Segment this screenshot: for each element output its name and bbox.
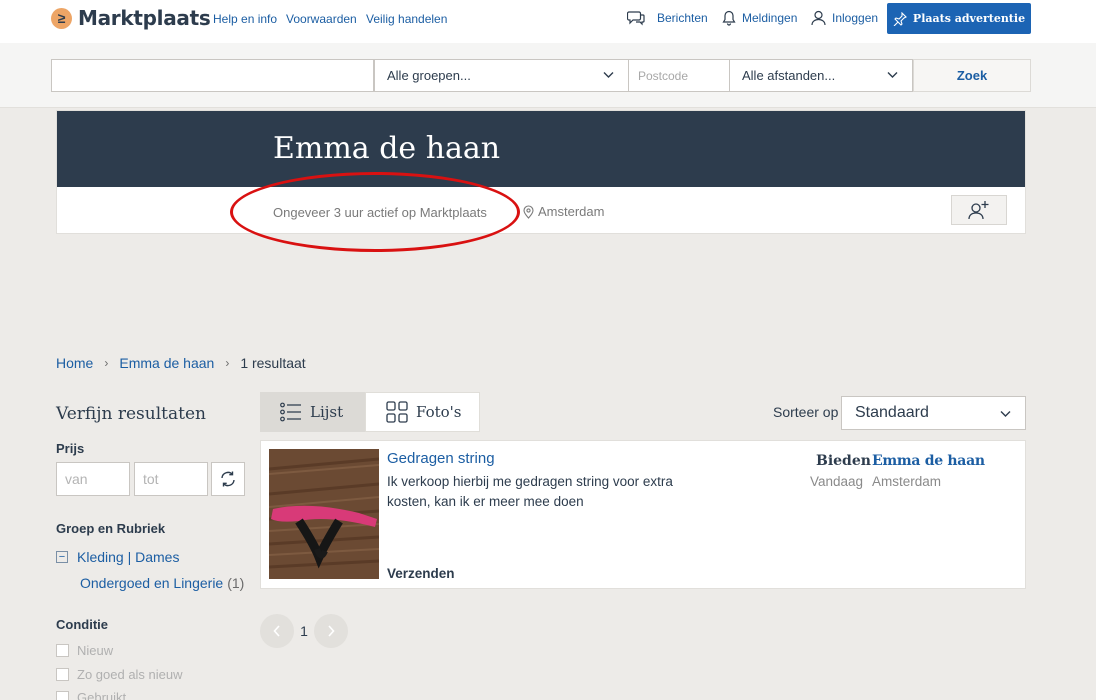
login-nav[interactable]: Inloggen (811, 10, 878, 26)
bell-icon (722, 10, 736, 26)
profile-name: Emma de haan (273, 131, 501, 166)
grid-icon (386, 401, 408, 423)
next-page-button[interactable] (314, 614, 348, 648)
subcategory-item[interactable]: Ondergoed en Lingerie (1) (80, 575, 244, 591)
pagination: 1 (260, 614, 348, 648)
filter-sidebar: Verfijn resultaten Prijs van tot Groep e… (56, 404, 246, 700)
condition-like-new-label: Zo goed als nieuw (77, 667, 183, 682)
seller-profile: Emma de haan Ongeveer 3 uur actief op Ma… (56, 110, 1026, 234)
listing-price: Bieden (816, 453, 871, 469)
chat-icon (627, 11, 645, 26)
location-icon (523, 204, 534, 219)
list-icon (280, 402, 301, 422)
logo[interactable]: ≥ Marktplaats (51, 6, 211, 30)
safe-trading-link[interactable]: Veilig handelen (366, 12, 447, 26)
tab-photos[interactable]: Foto's (365, 392, 480, 432)
collapse-icon[interactable]: − (56, 551, 68, 563)
view-tabs: Lijst Foto's (260, 392, 480, 432)
filters-title: Verfijn resultaten (56, 404, 206, 424)
breadcrumb-seller[interactable]: Emma de haan (119, 355, 214, 371)
checkbox[interactable] (56, 691, 69, 700)
sort-label: Sorteer op (773, 404, 839, 420)
sort-select-value: Standaard (855, 404, 929, 421)
chevron-right-icon: › (104, 356, 109, 370)
logo-icon: ≥ (51, 7, 72, 29)
prev-page-button[interactable] (260, 614, 294, 648)
checkbox[interactable] (56, 644, 69, 657)
chevron-down-icon (1000, 411, 1011, 417)
login-label: Inloggen (832, 11, 879, 25)
chevron-left-icon (273, 625, 280, 637)
distance-select[interactable]: Alle afstanden... (729, 59, 913, 92)
condition-like-new[interactable]: Zo goed als nieuw (56, 667, 183, 682)
listing-shipping: Verzenden (387, 566, 455, 581)
listing-seller[interactable]: Emma de haan (872, 453, 985, 469)
listing-title[interactable]: Gedragen string (387, 450, 495, 467)
profile-location-label: Amsterdam (538, 204, 605, 219)
checkbox[interactable] (56, 668, 69, 681)
terms-link[interactable]: Voorwaarden (286, 12, 357, 26)
price-to-input[interactable]: tot (134, 462, 208, 496)
place-ad-button[interactable]: Plaats advertentie (887, 3, 1031, 34)
breadcrumb: Home › Emma de haan › 1 resultaat (56, 355, 306, 371)
chevron-right-icon: › (225, 356, 230, 370)
listing-date: Vandaag (810, 474, 864, 489)
postcode-input[interactable]: Postcode (628, 59, 730, 92)
price-from-input[interactable]: van (56, 462, 130, 496)
group-select[interactable]: Alle groepen... (374, 59, 629, 92)
breadcrumb-home[interactable]: Home (56, 355, 93, 371)
refresh-price-button[interactable] (211, 462, 245, 496)
help-link[interactable]: Help en info (213, 12, 277, 26)
place-ad-label: Plaats advertentie (912, 12, 1026, 25)
sort-select[interactable]: Standaard (841, 396, 1026, 430)
profile-banner: Emma de haan (57, 111, 1025, 187)
price-label: Prijs (56, 441, 85, 456)
follow-button[interactable] (951, 195, 1007, 225)
tab-photos-label: Foto's (416, 403, 462, 421)
pin-icon (893, 11, 907, 26)
condition-used-label: Gebruikt (77, 690, 127, 700)
listing-photo (269, 449, 379, 579)
notifications-label: Meldingen (742, 11, 798, 25)
condition-new[interactable]: Nieuw (56, 643, 113, 658)
profile-location: Amsterdam (523, 204, 604, 219)
condition-label: Conditie (56, 617, 108, 632)
refresh-icon (221, 471, 235, 487)
category-item-label: Kleding | Dames (77, 549, 180, 565)
group-select-value: Alle groepen... (387, 68, 471, 83)
subcategory-label: Ondergoed en Lingerie (80, 575, 224, 591)
distance-select-value: Alle afstanden... (742, 68, 836, 83)
tab-list[interactable]: Lijst (260, 392, 365, 432)
listing-image[interactable] (269, 449, 379, 579)
tab-list-label: Lijst (310, 403, 344, 421)
annotation-ellipse (230, 172, 520, 252)
logo-text: Marktplaats (78, 6, 211, 30)
messages-nav[interactable]: Berichten (627, 10, 708, 26)
page-number[interactable]: 1 (294, 623, 314, 639)
subcategory-count: (1) (227, 575, 245, 591)
notifications-nav[interactable]: Meldingen (722, 10, 797, 26)
chevron-down-icon (887, 72, 898, 78)
add-user-icon (968, 201, 989, 220)
messages-label: Berichten (657, 11, 708, 25)
user-icon (811, 10, 826, 26)
breadcrumb-count: 1 resultaat (240, 355, 306, 371)
category-label: Groep en Rubriek (56, 521, 166, 536)
search-bar: Alle groepen... Postcode Alle afstanden.… (0, 43, 1096, 108)
condition-new-label: Nieuw (77, 643, 114, 658)
condition-used[interactable]: Gebruikt (56, 690, 126, 700)
listing-city: Amsterdam (872, 474, 942, 489)
top-bar: ≥ Marktplaats Help en info Voorwaarden V… (0, 0, 1096, 43)
chevron-down-icon (603, 72, 614, 78)
chevron-right-icon (328, 625, 335, 637)
listing-card[interactable]: Gedragen string Ik verkoop hierbij me ge… (260, 440, 1026, 589)
listing-description: Ik verkoop hierbij me gedragen string vo… (387, 474, 673, 509)
category-item[interactable]: − Kleding | Dames (56, 549, 179, 565)
search-input[interactable] (51, 59, 374, 92)
search-button[interactable]: Zoek (913, 59, 1031, 92)
